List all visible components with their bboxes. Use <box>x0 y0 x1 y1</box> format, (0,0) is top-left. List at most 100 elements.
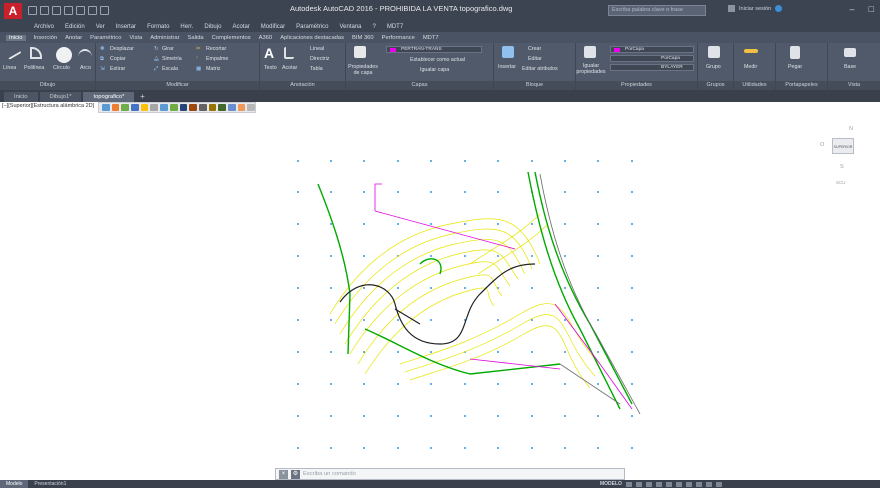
tool-establecer-actual[interactable]: Establecer como actual <box>410 57 465 63</box>
menu-item-archivo[interactable]: Archivo <box>34 24 54 30</box>
tab-vista[interactable]: Vista <box>129 35 142 41</box>
measure-icon[interactable] <box>744 49 758 53</box>
pan-icon[interactable] <box>102 104 110 111</box>
tool-recortar[interactable]: Recortar <box>206 46 226 52</box>
annotation-icon[interactable] <box>237 104 246 111</box>
viewcube-south[interactable]: S <box>840 164 844 170</box>
ortho-toggle-icon[interactable] <box>645 481 652 487</box>
open-icon[interactable] <box>40 6 49 15</box>
circle-icon[interactable] <box>56 47 72 63</box>
lineweight-dropdown[interactable]: BYLAYER <box>610 64 694 71</box>
tool-empalme[interactable]: Empalme <box>206 56 228 62</box>
tool-editar[interactable]: Editar <box>528 56 542 62</box>
menu-item-mdt7[interactable]: MDT7 <box>387 24 403 30</box>
settings-icon[interactable]: ⚙ <box>291 469 300 479</box>
viewcube[interactable]: N O SUPERIOR S SCU <box>816 126 866 196</box>
tab-parametrico[interactable]: Paramétrico <box>90 35 121 41</box>
otrack-toggle-icon[interactable] <box>675 481 682 487</box>
tab-anotar[interactable]: Anotar <box>65 35 82 41</box>
tool-acotar[interactable]: Acotar <box>282 65 297 71</box>
menu-item-formato[interactable]: Formato <box>147 24 169 30</box>
snap-icon[interactable] <box>140 104 149 111</box>
tool-grupo[interactable]: Grupo <box>706 64 721 70</box>
user-icon[interactable] <box>728 5 735 12</box>
customize-icon[interactable] <box>715 481 722 487</box>
viewport-controls-label[interactable]: [−][Superior][Estructura alámbrica 2D] <box>2 103 94 109</box>
minimize-icon[interactable]: – <box>850 4 855 14</box>
tool-directriz[interactable]: Directriz <box>310 56 329 62</box>
undo-icon[interactable] <box>88 6 97 15</box>
tab-inicio[interactable]: Inicio <box>6 34 26 41</box>
osnap-toggle-icon[interactable] <box>665 481 672 487</box>
layer-icon[interactable] <box>131 104 139 111</box>
model-space-label[interactable]: MODELO <box>600 481 622 487</box>
menu-item-ventana[interactable]: Ventana <box>339 24 361 30</box>
tab-complementos[interactable]: Complementos <box>212 35 251 41</box>
menu-item-help[interactable]: ? <box>373 24 376 30</box>
tracking-icon[interactable] <box>189 104 197 111</box>
tab-a360[interactable]: A360 <box>259 35 273 41</box>
rotate-icon[interactable]: ↻ <box>154 46 158 52</box>
polyline-icon[interactable] <box>30 47 42 59</box>
lineweight-toggle-icon[interactable] <box>685 481 692 487</box>
panel-title-propiedades[interactable]: Propiedades <box>576 81 697 90</box>
text-icon[interactable]: A <box>264 45 280 61</box>
tool-crear[interactable]: Crear <box>528 46 541 52</box>
transparency-icon[interactable] <box>208 104 217 111</box>
polar-toggle-icon[interactable] <box>655 481 662 487</box>
tab-insercion[interactable]: Inserción <box>34 35 58 41</box>
copy-icon[interactable]: ⧉ <box>100 56 104 63</box>
move-icon[interactable]: ✥ <box>100 46 104 52</box>
array-icon[interactable]: ▦ <box>196 66 201 72</box>
panel-title-capas[interactable]: Capas <box>346 81 493 90</box>
doc-tab-inicio[interactable]: Inicio <box>4 92 38 102</box>
ortho-icon[interactable] <box>160 104 168 111</box>
tool-desplazar[interactable]: Desplazar <box>110 46 134 52</box>
grid-toggle-icon[interactable] <box>625 481 632 487</box>
stretch-icon[interactable]: ⇲ <box>100 66 104 72</box>
tool-matriz[interactable]: Matriz <box>206 66 220 72</box>
command-line[interactable]: × ⚙ Escriba un comando <box>275 468 625 480</box>
object-snap-icon[interactable] <box>179 104 188 111</box>
zoom-icon[interactable] <box>111 104 120 111</box>
arc-icon[interactable] <box>78 49 92 65</box>
tool-girar[interactable]: Girar <box>162 46 174 52</box>
tool-lineal[interactable]: Lineal <box>310 46 324 52</box>
tool-linea[interactable]: Línea <box>3 65 16 71</box>
layout-tab-presentacion1[interactable]: Presentación1 <box>28 480 72 488</box>
viewcube-west[interactable]: O <box>820 142 824 148</box>
panel-title-modificar[interactable]: Modificar <box>96 81 259 90</box>
tool-igualar-capa[interactable]: Igualar capa <box>420 67 449 73</box>
grid-icon[interactable] <box>150 104 159 111</box>
menu-item-ver[interactable]: Ver <box>96 24 105 30</box>
tool-igualar-propiedades[interactable]: Igualar propiedades <box>576 63 606 75</box>
tab-mdt7[interactable]: MDT7 <box>423 35 439 41</box>
menu-item-modificar[interactable]: Modificar <box>261 24 285 30</box>
workspace-switch-icon[interactable] <box>705 481 712 487</box>
match-properties-icon[interactable] <box>584 46 596 58</box>
tool-medir[interactable]: Medir <box>744 64 757 70</box>
close-icon[interactable]: × <box>279 469 288 479</box>
panel-title-bloque[interactable]: Bloque <box>494 81 575 90</box>
tool-tabla[interactable]: Tabla <box>310 66 323 72</box>
tool-propiedades-capa[interactable]: Propiedades de capa <box>346 64 380 76</box>
tool-editar-atributos[interactable]: Editar atributos <box>522 66 558 72</box>
panel-title-utilidades[interactable]: Utilidades <box>734 81 775 90</box>
gizmo-icon[interactable] <box>227 104 236 111</box>
tool-base[interactable]: Base <box>844 64 856 70</box>
menu-item-dibujo[interactable]: Dibujo <box>204 24 221 30</box>
tool-circulo[interactable]: Círculo <box>53 65 70 71</box>
tool-arco[interactable]: Arco <box>80 65 91 71</box>
autocad-logo-button[interactable]: A <box>4 2 22 19</box>
trim-icon[interactable]: ✂ <box>196 46 200 52</box>
new-icon[interactable] <box>28 6 37 15</box>
tab-performance[interactable]: Performance <box>382 35 415 41</box>
maximize-icon[interactable]: □ <box>869 4 874 14</box>
panel-title-dibujo[interactable]: Dibujo <box>0 81 95 90</box>
doc-tab-dibujo1[interactable]: Dibujo1* <box>39 92 82 102</box>
help-search-input[interactable]: Escriba palabra clave o frase <box>608 5 706 16</box>
drawing-canvas[interactable] <box>0 114 880 476</box>
tool-estirar[interactable]: Estirar <box>110 66 125 72</box>
panel-title-anotacion[interactable]: Anotación <box>260 81 345 90</box>
fillet-icon[interactable]: ◜ <box>196 56 198 62</box>
